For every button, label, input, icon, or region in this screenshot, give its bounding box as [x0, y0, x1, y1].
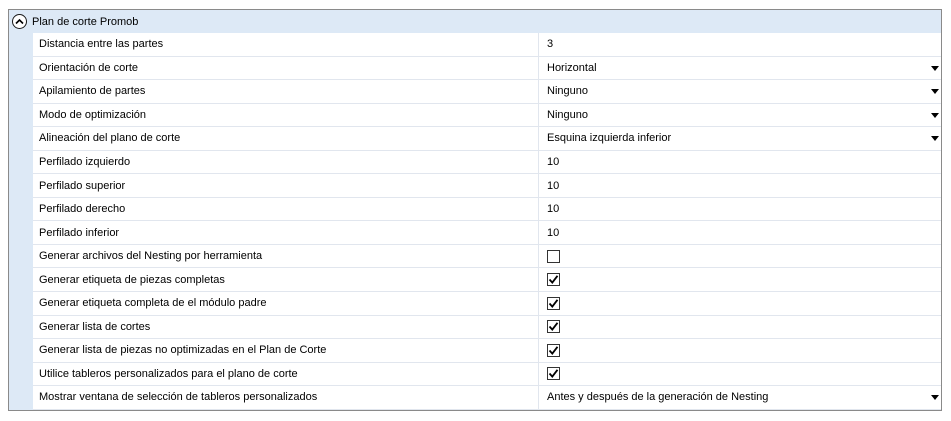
chevron-up-icon-glyph: [15, 18, 24, 25]
property-value-cell[interactable]: [539, 316, 941, 339]
checkmark-icon: [548, 274, 559, 285]
property-dropdown[interactable]: Ninguno: [539, 104, 941, 127]
property-input[interactable]: 10: [539, 198, 941, 221]
property-value: 10: [547, 179, 560, 192]
property-input[interactable]: 3: [539, 33, 941, 56]
property-dropdown[interactable]: Horizontal: [539, 57, 941, 80]
property-label: Generar lista de cortes: [33, 315, 539, 339]
property-row[interactable]: Generar archivos del Nesting por herrami…: [33, 244, 941, 269]
property-value-cell[interactable]: [539, 268, 941, 291]
property-value-cell[interactable]: [539, 339, 941, 362]
section-title: Plan de corte Promob: [32, 15, 139, 28]
section-gutter: [9, 33, 33, 410]
property-input[interactable]: 10: [539, 221, 941, 244]
property-value: 10: [547, 203, 560, 216]
property-row[interactable]: Generar lista de cortes: [33, 315, 941, 340]
property-row[interactable]: Perfilado derecho 10: [33, 197, 941, 222]
checkmark-icon: [548, 368, 559, 379]
property-label: Mostrar ventana de selección de tableros…: [33, 386, 539, 409]
section-header[interactable]: Plan de corte Promob: [9, 10, 941, 33]
property-dropdown[interactable]: Ninguno: [539, 80, 941, 103]
property-label: Perfilado inferior: [33, 221, 539, 244]
property-grid: Plan de corte Promob Distancia entre las…: [8, 9, 942, 411]
property-row[interactable]: Orientación de corte Horizontal: [33, 56, 941, 81]
dropdown-arrow-icon[interactable]: [931, 89, 939, 95]
property-checkbox[interactable]: [547, 320, 560, 334]
checkmark-icon: [548, 321, 559, 332]
property-rows: Distancia entre las partes 3 Orientación d…: [33, 33, 941, 410]
property-label: Perfilado derecho: [33, 197, 539, 221]
property-label: Perfilado superior: [33, 174, 539, 197]
property-row[interactable]: Generar lista de piezas no optimizadas e…: [33, 339, 941, 363]
property-row[interactable]: Distancia entre las partes 3: [33, 33, 941, 57]
property-label: Generar archivos del Nesting por herrami…: [33, 244, 539, 268]
property-row[interactable]: Perfilado superior 10: [33, 174, 941, 198]
dropdown-arrow-icon[interactable]: [931, 395, 939, 401]
property-row[interactable]: Generar etiqueta completa de el módulo p…: [33, 292, 941, 316]
property-input[interactable]: 10: [539, 151, 941, 174]
property-value-cell[interactable]: [539, 292, 941, 315]
property-row[interactable]: Perfilado inferior 10: [33, 221, 941, 245]
checkmark-icon: [548, 298, 559, 309]
property-value-cell[interactable]: [539, 245, 941, 268]
property-row[interactable]: Mostrar ventana de selección de tableros…: [33, 386, 941, 410]
property-label: Orientación de corte: [33, 56, 539, 80]
property-value: Antes y después de la generación de Nest…: [547, 391, 769, 404]
property-value: Horizontal: [547, 61, 597, 74]
property-input[interactable]: 10: [539, 174, 941, 197]
property-value: 3: [547, 38, 554, 51]
property-checkbox[interactable]: [547, 367, 560, 381]
property-label: Distancia entre las partes: [33, 33, 539, 56]
property-value: 10: [547, 226, 560, 239]
dropdown-arrow-icon[interactable]: [931, 136, 939, 142]
property-value: Ninguno: [547, 85, 588, 98]
property-label: Utilice tableros personalizados para el …: [33, 362, 539, 386]
property-label: Generar lista de piezas no optimizadas e…: [33, 339, 539, 362]
property-row[interactable]: Generar etiqueta de piezas completas: [33, 268, 941, 293]
property-label: Perfilado izquierdo: [33, 150, 539, 174]
checkmark-icon: [548, 345, 559, 356]
property-value-cell[interactable]: [539, 363, 941, 386]
property-value: Ninguno: [547, 108, 588, 121]
chevron-up-icon[interactable]: [12, 14, 27, 29]
property-label: Generar etiqueta completa de el módulo p…: [33, 292, 539, 315]
property-checkbox[interactable]: [547, 343, 560, 357]
property-label: Alineación del plano de corte: [33, 127, 539, 150]
property-checkbox[interactable]: [547, 273, 560, 287]
property-row[interactable]: Perfilado izquierdo 10: [33, 150, 941, 175]
property-row[interactable]: Apilamiento de partes Ninguno: [33, 80, 941, 104]
property-label: Modo de optimización: [33, 103, 539, 127]
property-row[interactable]: Alineación del plano de corte Esquina izq…: [33, 127, 941, 151]
property-row[interactable]: Utilice tableros personalizados para el …: [33, 362, 941, 387]
property-value: 10: [547, 156, 560, 168]
property-value: Esquina izquierda inferior: [547, 132, 672, 145]
property-row[interactable]: Modo de optimización Ninguno: [33, 103, 941, 128]
dropdown-arrow-icon[interactable]: [931, 112, 939, 118]
property-checkbox[interactable]: [547, 249, 560, 263]
property-dropdown[interactable]: Esquina izquierda inferior: [539, 127, 941, 150]
property-label: Generar etiqueta de piezas completas: [33, 268, 539, 292]
property-label: Apilamiento de partes: [33, 80, 539, 103]
dropdown-arrow-icon[interactable]: [931, 65, 939, 71]
property-checkbox[interactable]: [547, 296, 560, 310]
property-dropdown[interactable]: Antes y después de la generación de Nest…: [539, 386, 941, 409]
